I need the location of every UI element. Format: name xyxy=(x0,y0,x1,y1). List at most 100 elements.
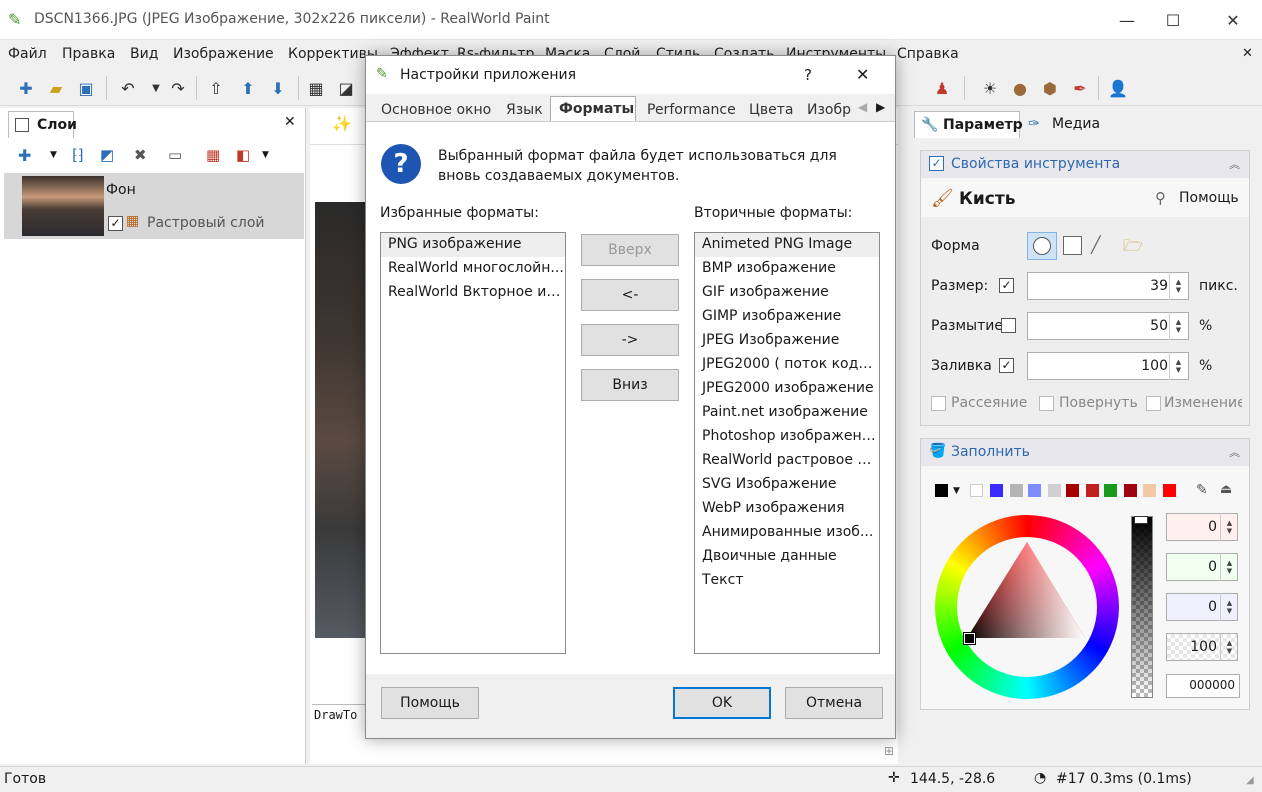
color-swatch[interactable] xyxy=(1104,484,1117,497)
move-left-button[interactable]: <- xyxy=(581,279,679,311)
close-button[interactable]: ✕ xyxy=(1210,0,1256,40)
fill-checkbox[interactable]: ✓ xyxy=(999,358,1014,373)
swatch-dropdown-icon[interactable]: ▼ xyxy=(953,486,960,496)
size-checkbox[interactable]: ✓ xyxy=(999,278,1014,293)
add-layer-icon[interactable]: ✚ xyxy=(18,146,31,165)
tab-scroll-right-icon[interactable]: ▶ xyxy=(876,100,885,114)
canvas-image[interactable] xyxy=(315,202,368,638)
layers-tab[interactable]: Слои xyxy=(8,111,77,138)
maximize-button[interactable]: ☐ xyxy=(1150,0,1196,40)
save-icon[interactable]: ▣ xyxy=(74,76,98,100)
color-swatch[interactable] xyxy=(990,484,1003,497)
move-down-button[interactable]: Вниз xyxy=(581,369,679,401)
blur-spinner[interactable]: ▲ ▼ xyxy=(1169,312,1187,340)
tab-image[interactable]: Изобр xyxy=(807,98,854,122)
shape-line-icon[interactable]: ╱ xyxy=(1091,235,1101,254)
help-link[interactable]: Помощь xyxy=(1179,190,1239,206)
dialog-help-button[interactable]: ? xyxy=(804,66,812,84)
rotate-checkbox[interactable] xyxy=(1039,396,1054,411)
resize-grip-icon[interactable]: ◢ xyxy=(1246,775,1254,786)
minimize-button[interactable]: — xyxy=(1104,0,1150,40)
secondary-list[interactable]: Animeted PNG Image BMP изображение GIF изо… xyxy=(694,232,880,654)
layer-up-icon[interactable]: ⬆ xyxy=(236,76,260,100)
layer-down-icon[interactable]: ⬇ xyxy=(266,76,290,100)
layers-panel-close-icon[interactable]: ✕ xyxy=(284,114,296,130)
list-item[interactable]: RealWorld многослойн... xyxy=(381,257,565,281)
crop-icon[interactable]: ◪ xyxy=(334,76,358,100)
circle-brush-icon[interactable]: ● xyxy=(1008,76,1032,100)
cancel-button[interactable]: Отмена xyxy=(785,687,883,719)
alpha-handle[interactable] xyxy=(1134,516,1148,524)
color-swatch[interactable] xyxy=(1163,484,1176,497)
list-item[interactable]: Animeted PNG Image xyxy=(695,233,879,257)
delete-layer-icon[interactable]: ✖ xyxy=(134,146,147,164)
color-picker-handle[interactable] xyxy=(963,632,976,645)
blur-field[interactable]: 50 xyxy=(1027,312,1189,340)
flatten-icon[interactable]: ▭ xyxy=(168,146,182,164)
add-layer-dropdown-icon[interactable]: ▼ xyxy=(50,150,57,160)
menu-help[interactable]: Справка xyxy=(897,46,959,62)
list-item[interactable]: BMP изображение xyxy=(695,257,879,281)
tab-main-window[interactable]: Основное окно xyxy=(381,98,491,122)
favorites-list[interactable]: PNG изображение RealWorld многослойн... Re… xyxy=(380,232,566,654)
list-item[interactable]: JPEG2000 изображение xyxy=(695,377,879,401)
list-item[interactable]: WebP изображения xyxy=(695,497,879,521)
list-item[interactable]: Paint.net изображение xyxy=(695,401,879,425)
tab-parameter[interactable]: 🔧 Параметр xyxy=(914,111,1023,138)
color-swatch[interactable] xyxy=(1124,484,1137,497)
alpha-spinner[interactable]: ▲ ▼ xyxy=(1220,633,1238,661)
tool-props-checkbox[interactable]: ✓ xyxy=(929,156,944,171)
merge-layer-icon[interactable]: ◩ xyxy=(100,146,114,164)
list-item[interactable]: SVG Изображение xyxy=(695,473,879,497)
blur-checkbox[interactable] xyxy=(1001,318,1016,333)
fill-header[interactable]: 🪣 Заполнить ︽ xyxy=(921,439,1249,466)
alpha-slider[interactable] xyxy=(1131,516,1153,698)
menu-file[interactable]: Файл xyxy=(8,46,47,62)
eyedropper-icon[interactable]: ✎ xyxy=(1196,482,1208,498)
stop-brush-icon[interactable]: ⬢ xyxy=(1038,76,1062,100)
select-layer-icon[interactable]: ⁅⁆ xyxy=(72,146,84,164)
layer-style-dropdown-icon[interactable]: ▼ xyxy=(262,150,269,160)
swatch-menu-icon[interactable]: ⏏ xyxy=(1220,482,1232,497)
change-checkbox[interactable] xyxy=(1146,396,1161,411)
collapse-icon[interactable]: ︽ xyxy=(1229,156,1240,172)
blue-spinner[interactable]: ▲ ▼ xyxy=(1220,593,1238,621)
list-item[interactable]: JPEG Изображение xyxy=(695,329,879,353)
open-folder-icon[interactable]: ▰ xyxy=(44,76,68,100)
help-key-icon[interactable]: ⚲ xyxy=(1155,189,1166,207)
scatter-checkbox[interactable] xyxy=(931,396,946,411)
tab-language[interactable]: Язык xyxy=(506,98,543,122)
tab-formats[interactable]: Форматы xyxy=(550,96,636,123)
color-triangle[interactable] xyxy=(965,540,1089,644)
fill-collapse-icon[interactable]: ︽ xyxy=(1229,444,1240,460)
list-item[interactable]: Photoshop изображение xyxy=(695,425,879,449)
size-field[interactable]: 39 xyxy=(1027,272,1189,300)
stamp-icon[interactable]: ♟ xyxy=(930,76,954,100)
tab-scroll-left-icon[interactable]: ◀ xyxy=(858,100,867,114)
fill-field[interactable]: 100 xyxy=(1027,352,1189,380)
list-item[interactable]: GIF изображение xyxy=(695,281,879,305)
move-right-button[interactable]: -> xyxy=(581,324,679,356)
color-swatch[interactable] xyxy=(970,484,983,497)
red-spinner[interactable]: ▲ ▼ xyxy=(1220,513,1238,541)
color-swatch[interactable] xyxy=(1143,484,1156,497)
undo-icon[interactable]: ↶ xyxy=(116,76,140,100)
user-icon[interactable]: 👤 xyxy=(1106,76,1130,100)
new-file-icon[interactable]: ✚ xyxy=(14,76,38,100)
move-up-icon[interactable]: ⇧ xyxy=(204,76,228,100)
color-swatch[interactable] xyxy=(935,484,948,497)
layer-style-icon[interactable]: ◧ xyxy=(236,146,250,164)
dialog-close-button[interactable]: ✕ xyxy=(856,65,869,84)
color-swatch[interactable] xyxy=(1048,484,1061,497)
green-spinner[interactable]: ▲ ▼ xyxy=(1220,553,1238,581)
color-wheel[interactable] xyxy=(935,515,1119,699)
tab-performance[interactable]: Performance xyxy=(647,98,736,122)
shape-circle-icon[interactable] xyxy=(1027,232,1057,260)
list-item[interactable]: Анимированные изоб... xyxy=(695,521,879,545)
color-swatch[interactable] xyxy=(1028,484,1041,497)
shape-folder-icon[interactable]: 🗁 xyxy=(1123,235,1143,262)
color-swatch[interactable] xyxy=(1066,484,1079,497)
mdi-close-icon[interactable]: ✕ xyxy=(1242,46,1253,61)
list-item[interactable]: GIMP изображение xyxy=(695,305,879,329)
dialog-help-btn[interactable]: Помощь xyxy=(381,687,479,719)
